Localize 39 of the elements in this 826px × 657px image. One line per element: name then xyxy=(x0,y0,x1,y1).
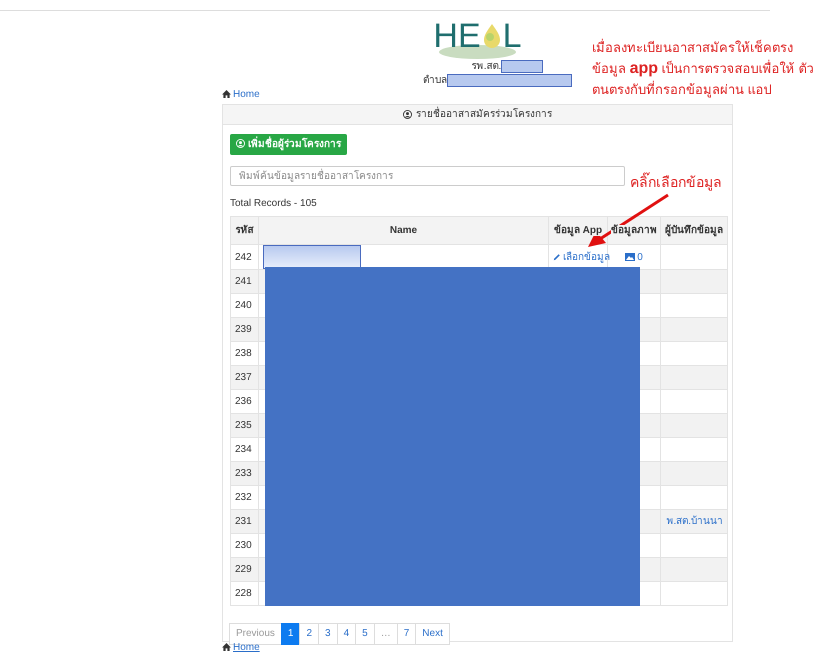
id-cell: 239 xyxy=(230,318,258,342)
page-link[interactable]: 3 xyxy=(318,623,338,645)
user-icon xyxy=(236,139,245,148)
home-link[interactable]: Home xyxy=(222,89,260,100)
id-cell: 233 xyxy=(230,462,258,486)
facility-label: ตำบล xyxy=(423,74,447,88)
total-records: Total Records - 105 xyxy=(230,197,318,211)
page-link[interactable]: 1 xyxy=(280,623,300,645)
page-link[interactable]: 7 xyxy=(396,623,416,645)
page-link[interactable]: 4 xyxy=(336,623,356,645)
column-header: รหัส xyxy=(236,225,254,236)
column-header: ผู้บันทึกข้อมูล xyxy=(665,225,723,236)
image-count-link[interactable]: 0 xyxy=(625,252,643,262)
annotation-label: คลิ๊กเลือกข้อมูล xyxy=(630,172,722,193)
id-cell: 237 xyxy=(230,366,258,390)
home-link[interactable]: Home xyxy=(222,642,260,654)
page-link[interactable]: 5 xyxy=(355,623,375,645)
logo: HE L xyxy=(433,19,522,59)
card-title: รายชื่ออาสาสมัครร่วมโครงการ xyxy=(416,107,552,122)
home-icon xyxy=(222,643,231,651)
user-icon xyxy=(403,110,412,119)
annotation-note: เมื่อลงทะเบียนอาสาสมัครให้เช็คตรง ข้อมูล app เป็นการตรวจสอบเพื่อให้ ตัวตนตรงกับที่กรอกข้อมูลผ่าน แอป xyxy=(592,38,814,100)
id-cell: 231 xyxy=(230,510,258,534)
facility-label: รพ.สต. xyxy=(472,60,502,74)
image-icon xyxy=(625,252,636,261)
column-header: Name xyxy=(390,225,418,236)
search-field[interactable]: พิมพ์ค้นข้อมูลรายชื่ออาสาโครงการ xyxy=(230,166,625,186)
id-cell: 228 xyxy=(230,582,258,606)
column-header: ข้อมูล App xyxy=(554,225,602,236)
add-participant-button[interactable]: เพิ่มชื่อผู้ร่วมโครงการ xyxy=(230,134,347,155)
page-link[interactable]: 2 xyxy=(299,623,320,645)
id-cell: 229 xyxy=(230,558,258,582)
pencil-icon xyxy=(553,252,561,261)
page-link[interactable]: Next xyxy=(415,623,450,645)
select-data-link[interactable]: เลือกข้อมูล xyxy=(553,252,610,262)
column-header: ข้อมูลภาพ xyxy=(611,225,657,236)
home-icon xyxy=(222,90,231,98)
id-cell: 235 xyxy=(230,414,258,438)
id-cell: 241 xyxy=(230,270,258,294)
